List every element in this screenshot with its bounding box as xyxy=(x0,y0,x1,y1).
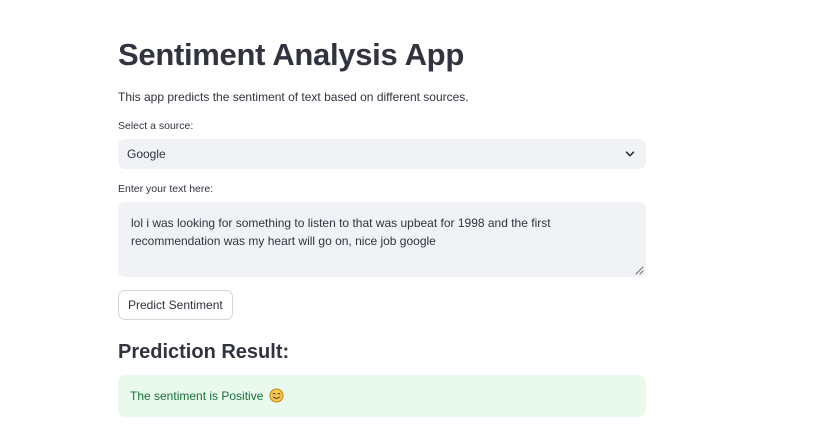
result-message: The sentiment is Positive xyxy=(130,389,264,403)
prediction-result-heading: Prediction Result: xyxy=(118,341,290,363)
success-alert: The sentiment is Positive xyxy=(118,375,646,417)
smiling-face-icon xyxy=(269,388,284,403)
predict-sentiment-button[interactable]: Predict Sentiment xyxy=(118,290,233,320)
source-select-label: Select a source: xyxy=(118,120,194,132)
app-description: This app predicts the sentiment of text … xyxy=(118,90,469,104)
source-select-value: Google xyxy=(127,147,166,161)
chevron-down-icon xyxy=(625,151,635,157)
text-input-label: Enter your text here: xyxy=(118,183,214,195)
result-message-line: The sentiment is Positive xyxy=(130,388,284,404)
text-input-value: lol i was looking for something to liste… xyxy=(131,216,551,248)
page-title: Sentiment Analysis App xyxy=(118,37,464,72)
text-input-area[interactable]: lol i was looking for something to liste… xyxy=(118,202,646,277)
source-select[interactable]: Google xyxy=(118,139,646,169)
resize-handle-icon[interactable] xyxy=(635,266,644,275)
app-page: Sentiment Analysis App This app predicts… xyxy=(0,0,821,438)
